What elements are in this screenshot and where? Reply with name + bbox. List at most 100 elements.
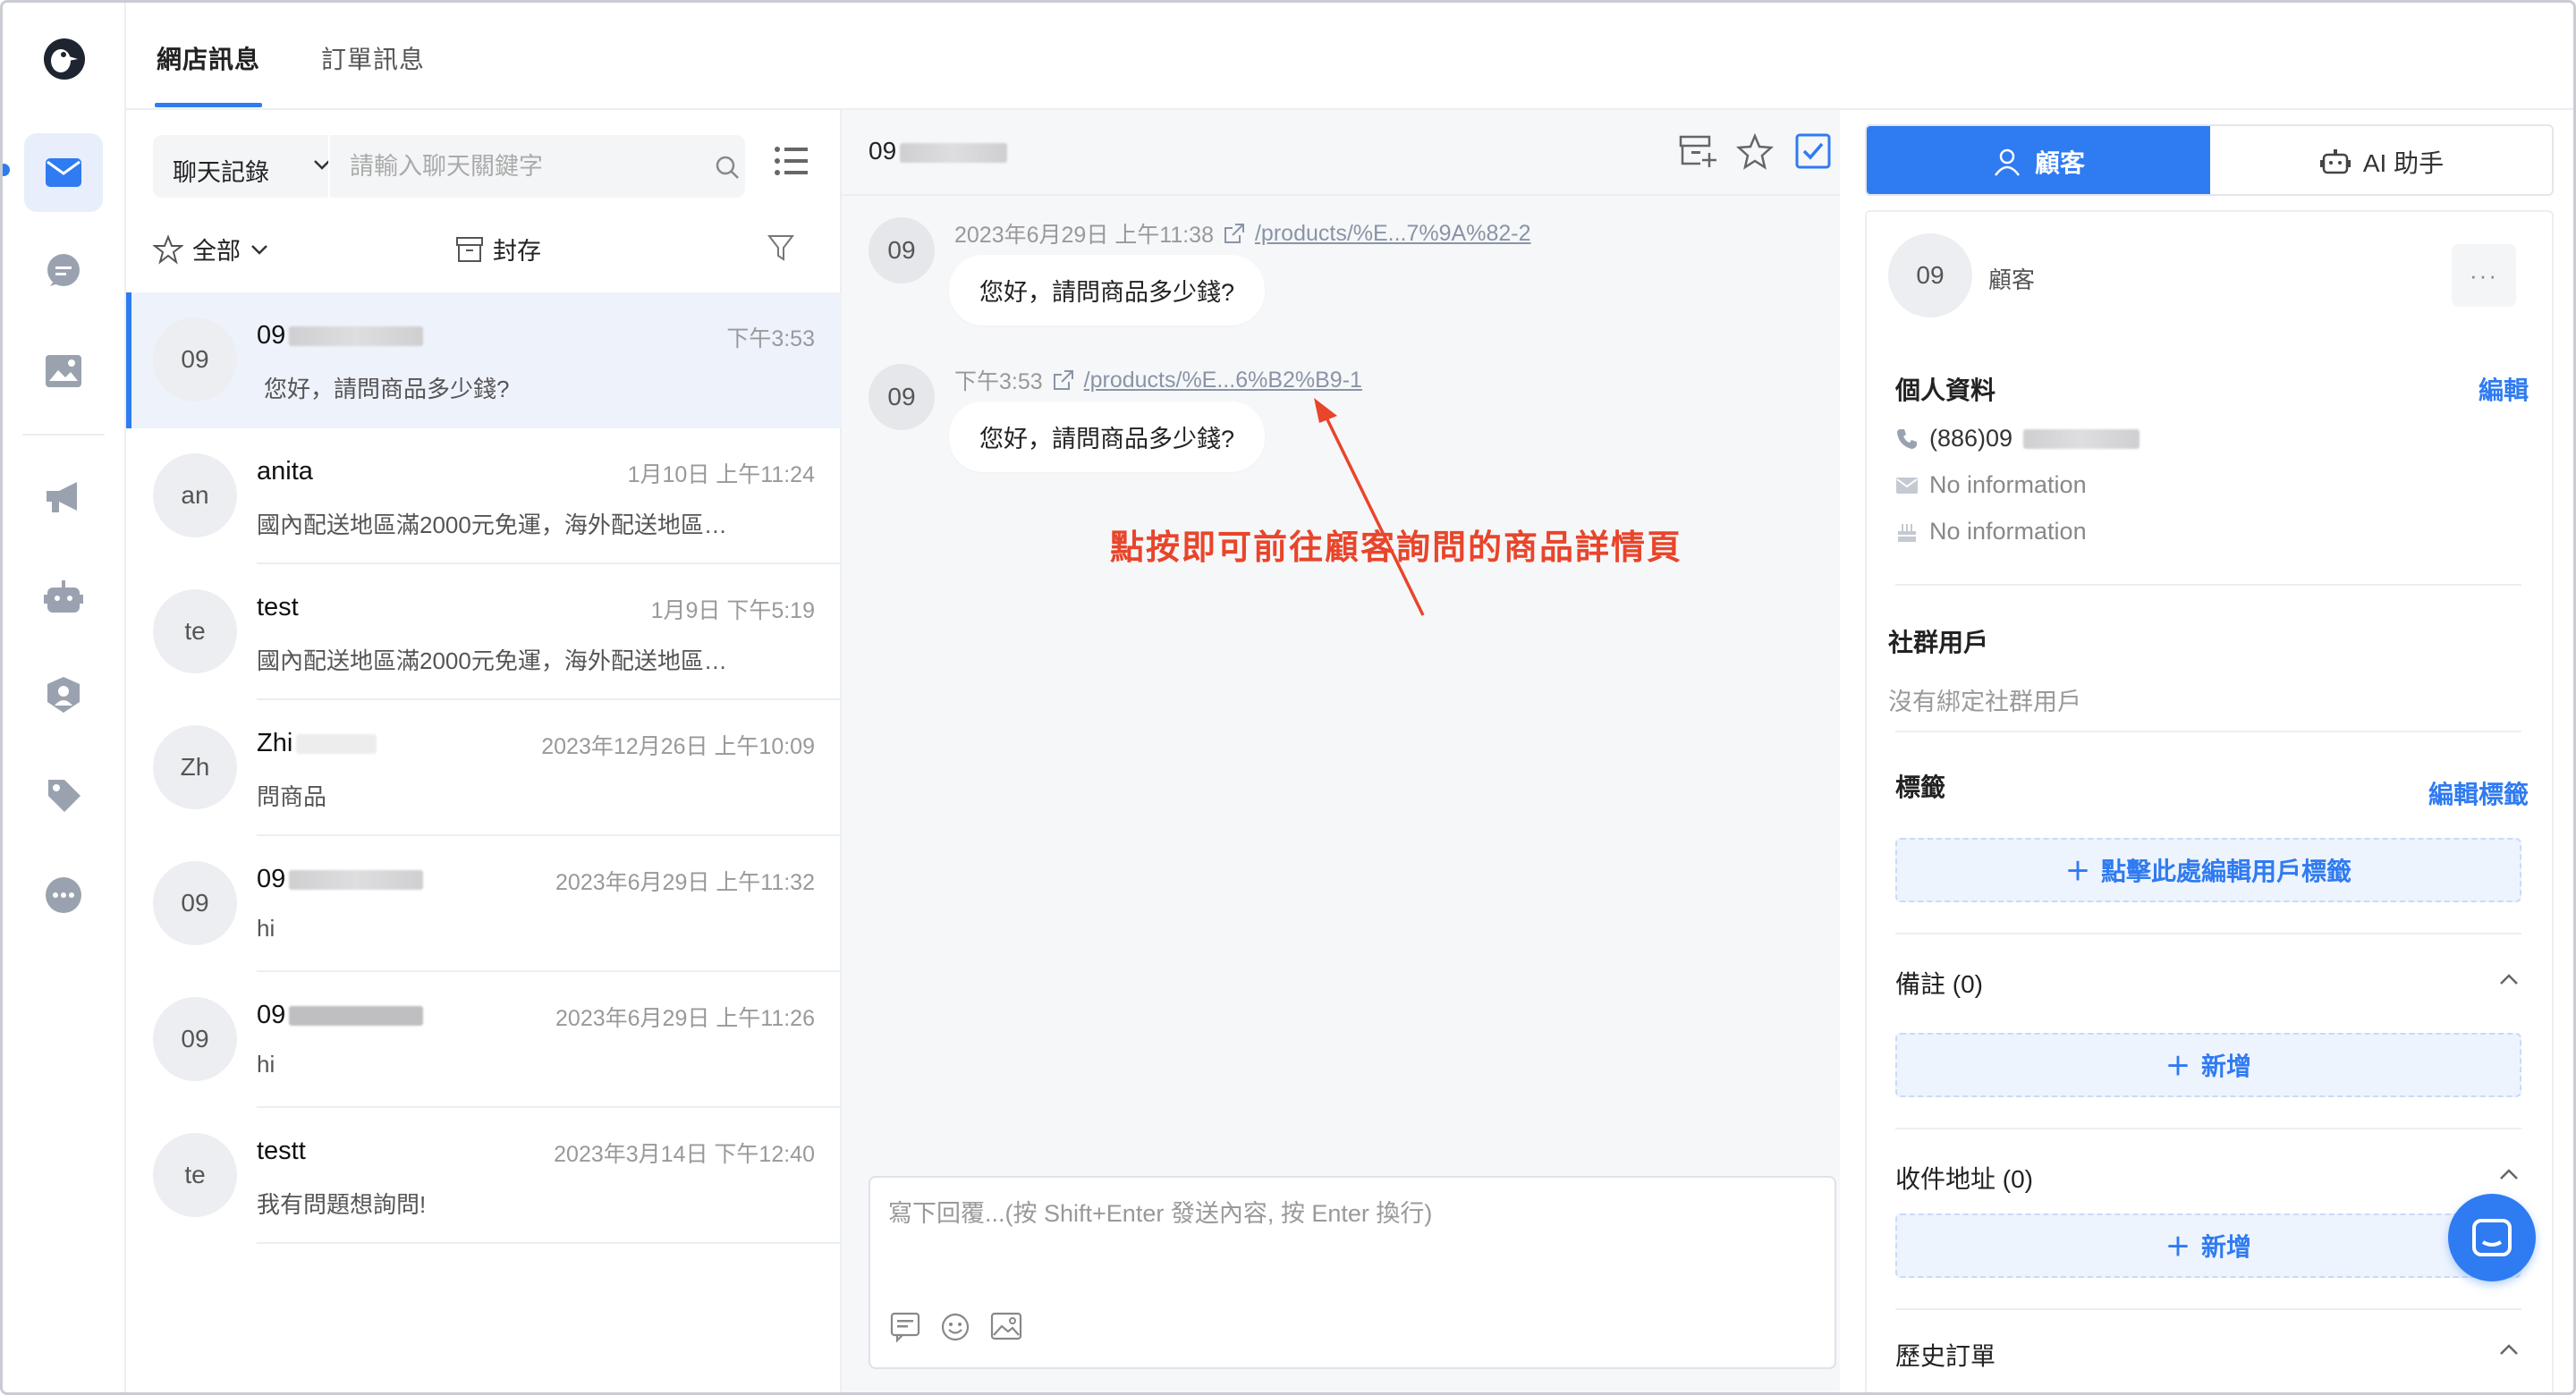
add-tags-button[interactable]: ＋ 點擊此處編輯用戶標籤	[1895, 838, 2521, 902]
message-time: 2023年6月29日 上午11:38	[954, 223, 1214, 248]
chat-header: 09	[842, 110, 1840, 196]
avatar: 09	[1888, 233, 1972, 317]
add-address-button[interactable]: ＋ 新增	[1895, 1213, 2521, 1278]
reply-input[interactable]	[888, 1194, 1818, 1292]
conversation-item[interactable]: 09 09 下午3:53 您好，請問商品多少錢?	[126, 292, 842, 428]
product-link[interactable]: /products/%E...7%9A%82-2	[1255, 221, 1531, 247]
live-chat-fab[interactable]	[2448, 1194, 2536, 1281]
chat-panel: 09 09 2023年6月29日 上午11:38 /products/%E...…	[842, 110, 1840, 1392]
customer-service-icon[interactable]	[24, 655, 103, 734]
avatar: 09	[869, 217, 935, 283]
quick-reply-icon[interactable]	[890, 1312, 920, 1342]
chat-window-icon	[2472, 1219, 2512, 1256]
add-address-label: 新增	[2201, 1233, 2252, 1261]
chevron-up-icon[interactable]	[2498, 1165, 2520, 1185]
robot-icon[interactable]	[24, 557, 103, 636]
conversation-item[interactable]: te testt 2023年3月14日 下午12:40 我有問題想詢問!	[126, 1108, 842, 1244]
customer-label: 顧客	[1988, 266, 2036, 293]
add-note-label: 新增	[2201, 1053, 2252, 1080]
conversation-preview: 問商品	[257, 783, 327, 810]
star-icon[interactable]	[1736, 133, 1774, 171]
app-window: 網店訊息 訂單訊息 聊天記錄 全部 封存 09 0	[0, 0, 2576, 1395]
chevron-up-icon[interactable]	[2498, 1340, 2520, 1360]
active-tab-underline	[155, 103, 262, 107]
conversation-name: Zhi	[257, 729, 377, 758]
product-link[interactable]: /products/%E...6%B2%B9-1	[1084, 368, 1362, 393]
conversation-time: 2023年6月29日 上午11:26	[555, 1006, 815, 1031]
avatar: 09	[869, 364, 935, 430]
add-note-button[interactable]: ＋ 新增	[1895, 1033, 2521, 1097]
conversation-item[interactable]: Zh Zhi 2023年12月26日 上午10:09 問商品	[126, 700, 842, 836]
search-scope-select[interactable]: 聊天記錄	[173, 153, 269, 188]
list-view-icon[interactable]	[774, 146, 808, 176]
chat-search-input[interactable]	[350, 148, 690, 185]
conversation-item[interactable]: an anita 1月10日 上午11:24 國內配送地區滿2000元免運，海外…	[126, 428, 842, 564]
email-value: No information	[1929, 471, 2087, 498]
conversation-name: 09	[257, 1001, 424, 1030]
chat-title: 09	[869, 137, 1008, 165]
rail-divider	[22, 434, 105, 435]
conversation-item[interactable]: te test 1月9日 下午5:19 國內配送地區滿2000元免運，海外配送地…	[126, 564, 842, 700]
inbox-icon[interactable]	[24, 133, 103, 212]
avatar: te	[153, 1133, 237, 1217]
robot-icon	[2319, 149, 2351, 174]
user-icon	[1994, 148, 2020, 176]
chevron-up-icon[interactable]	[2498, 970, 2520, 990]
penguin-logo-icon[interactable]	[42, 37, 87, 81]
conversation-time: 2023年12月26日 上午10:09	[541, 734, 815, 759]
tab-shop-messages[interactable]: 網店訊息	[157, 40, 260, 76]
plus-icon: ＋	[2165, 1233, 2190, 1261]
conversation-name: testt	[257, 1137, 306, 1165]
message-time: 下午3:53	[954, 369, 1043, 394]
chat-bubble-icon[interactable]	[24, 232, 103, 310]
notes-section-title: 備註 (0)	[1895, 970, 1984, 998]
birthday-value: No information	[1929, 518, 2087, 545]
edit-profile-link[interactable]: 編輯	[2479, 371, 2529, 407]
emoji-icon[interactable]	[940, 1312, 970, 1342]
social-section-title: 社群用戶	[1888, 629, 1989, 656]
conversation-name: 09	[257, 321, 424, 351]
customer-card: 09 顧客 ··· 個人資料 編輯 (886)09 No information…	[1865, 210, 2554, 1392]
conversation-item[interactable]: 09 09 2023年6月29日 上午11:26 hi	[126, 972, 842, 1108]
more-options-button[interactable]: ···	[2452, 244, 2516, 307]
plus-icon: ＋	[2064, 858, 2090, 885]
checkbox-done-icon[interactable]	[1795, 133, 1831, 169]
image-upload-icon[interactable]	[990, 1312, 1022, 1340]
megaphone-icon[interactable]	[24, 457, 103, 536]
archive-label: 封存	[493, 238, 541, 265]
tab-customer[interactable]: 顧客	[1867, 126, 2210, 194]
search-icon[interactable]	[715, 155, 740, 180]
archive-filter-button[interactable]: 封存	[455, 232, 541, 266]
email-row: No information	[1895, 471, 2087, 499]
reply-composer	[869, 1176, 1836, 1369]
archive-add-icon[interactable]	[1679, 133, 1716, 169]
external-link-icon[interactable]	[1223, 222, 1246, 245]
mail-icon	[1896, 477, 1918, 494]
funnel-filter-icon[interactable]	[767, 233, 795, 262]
search-bar: 聊天記錄	[153, 135, 745, 198]
phone-value: (886)09	[1929, 425, 2013, 452]
profile-section-title: 個人資料	[1895, 376, 1996, 404]
edit-tags-link[interactable]: 編輯標籤	[2428, 775, 2529, 811]
avatar: 09	[153, 997, 237, 1081]
conversation-time: 1月9日 下午5:19	[650, 598, 815, 623]
filter-all-dropdown[interactable]: 全部	[153, 232, 269, 266]
birthday-cake-icon	[1898, 523, 1916, 542]
tag-icon[interactable]	[24, 756, 103, 834]
conversation-preview: hi	[257, 1051, 275, 1078]
external-link-icon[interactable]	[1052, 368, 1075, 392]
gallery-icon[interactable]	[24, 332, 103, 410]
message-bubble: 您好，請問商品多少錢?	[949, 402, 1266, 472]
tags-section-title: 標籤	[1895, 774, 1946, 801]
tab-order-messages[interactable]: 訂單訊息	[321, 40, 425, 76]
filter-all-label: 全部	[192, 238, 241, 265]
more-icon[interactable]	[24, 856, 103, 934]
conversation-name: 09	[257, 865, 424, 894]
message-bubble: 您好，請問商品多少錢?	[949, 255, 1266, 326]
avatar: an	[153, 453, 237, 537]
tab-ai-assistant[interactable]: AI 助手	[2210, 126, 2552, 194]
customer-info-panel: 顧客 AI 助手 09 顧客 ··· 個人資料 編輯 (886)09 No in…	[1851, 110, 2557, 1392]
icon-rail	[3, 3, 126, 1392]
annotation-arrow	[1314, 398, 1425, 616]
conversation-item[interactable]: 09 09 2023年6月29日 上午11:32 hi	[126, 836, 842, 972]
